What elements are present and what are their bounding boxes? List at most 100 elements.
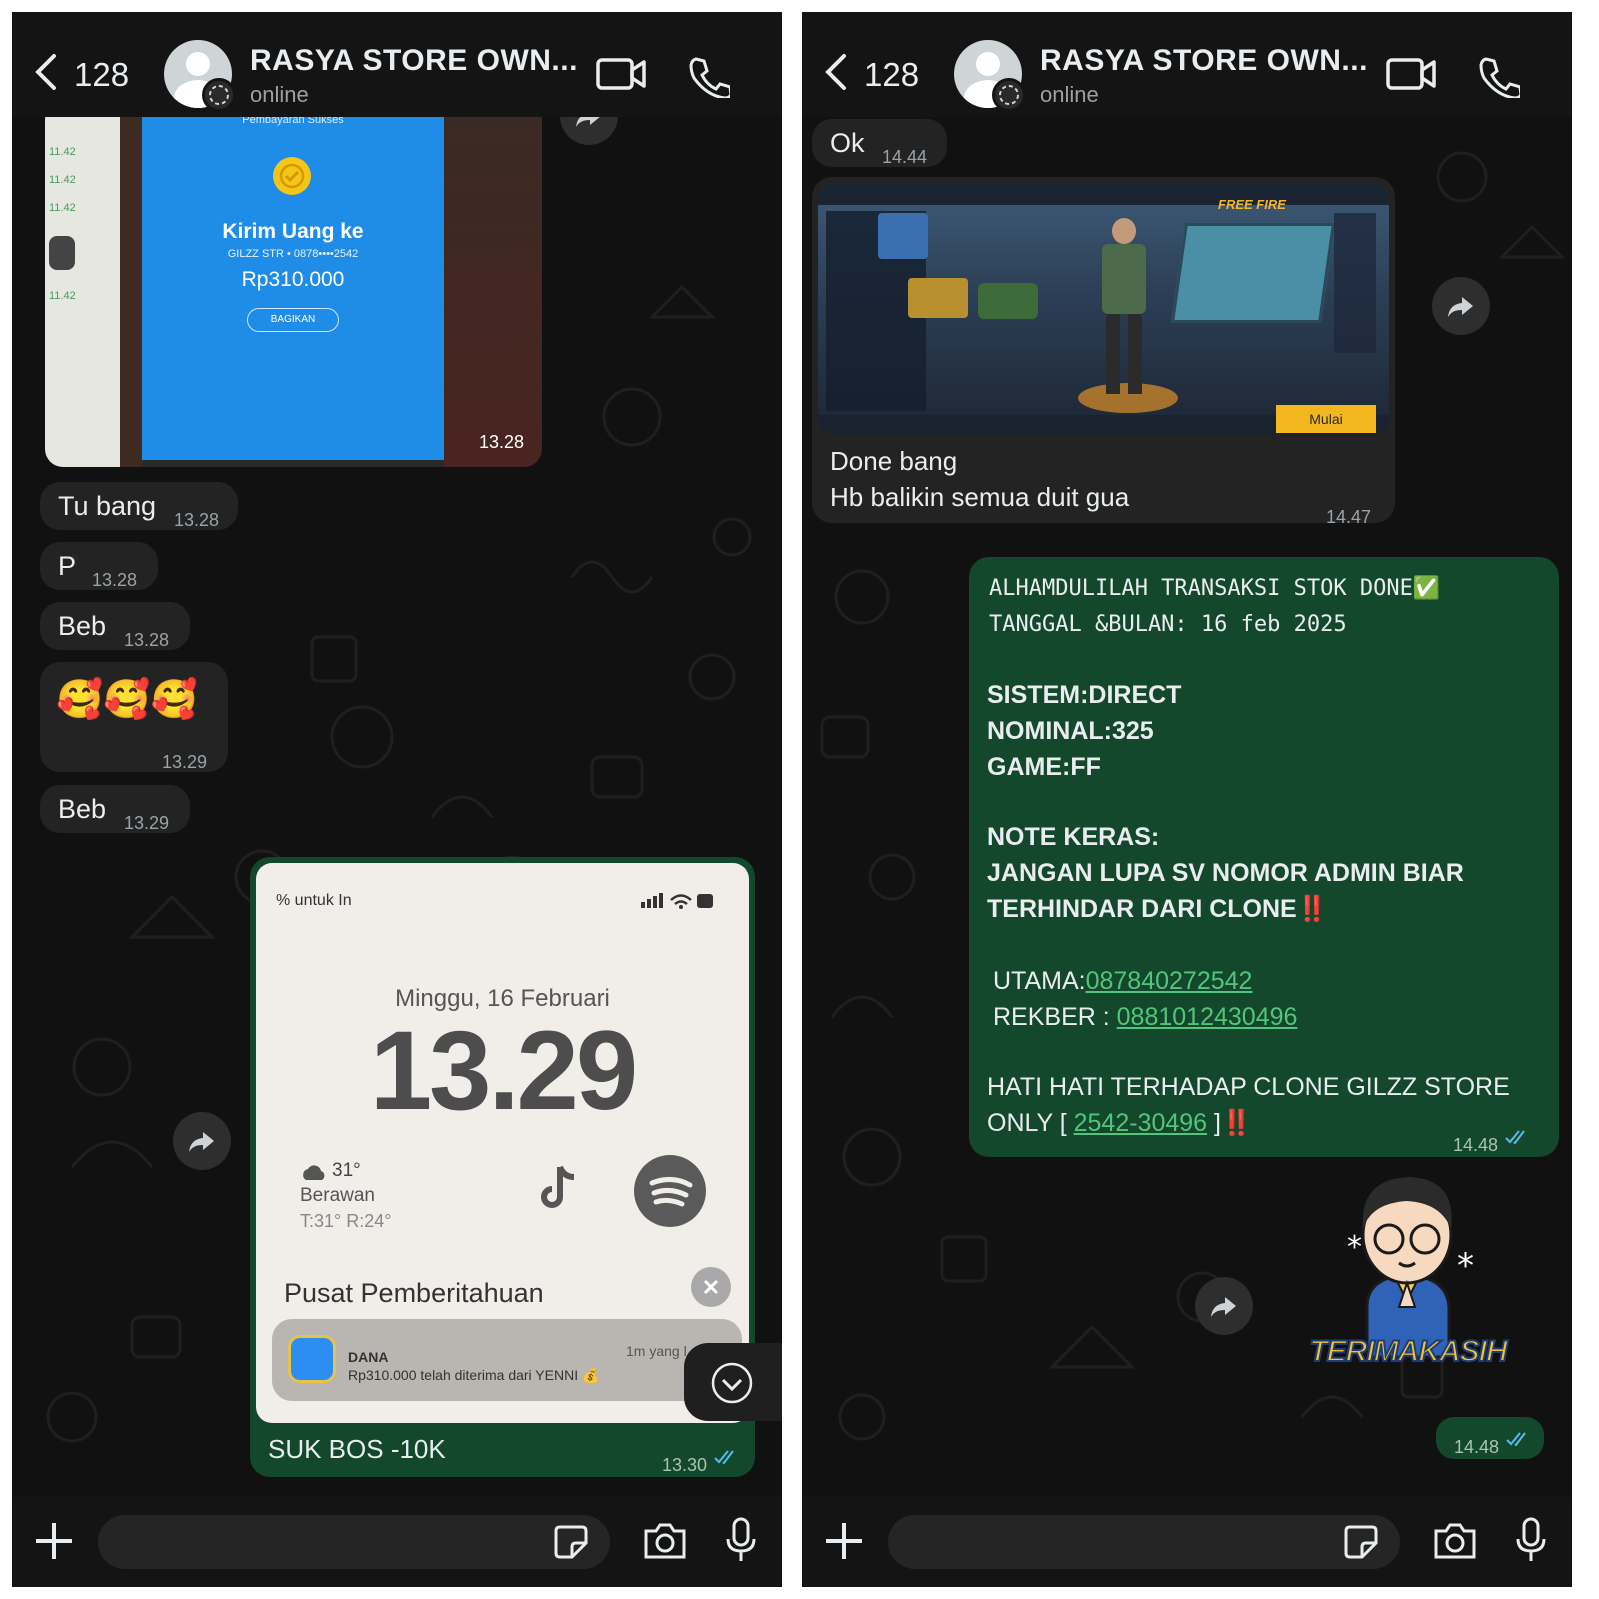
- incoming-message[interactable]: Beb 13.29: [40, 785, 190, 833]
- sistem-line: SISTEM:DIRECT: [987, 681, 1182, 709]
- receipt-card: Pembayaran Sukses Kirim Uang ke GILZZ ST…: [142, 117, 444, 460]
- notif-time: 1m yang l: [626, 1343, 687, 1359]
- rekber-row: REKBER : 0881012430496: [993, 999, 1297, 1035]
- message-time: 13.30: [662, 1455, 708, 1475]
- warning-suffix: ]‼️: [1207, 1109, 1253, 1137]
- lock-clock: 13.29: [369, 1008, 638, 1133]
- notification-center-title: Pusat Pemberitahuan: [284, 1278, 544, 1308]
- caption-line1: Done bang: [830, 446, 958, 476]
- incoming-message[interactable]: Beb 13.28: [40, 602, 190, 650]
- lockscreen-image: % untuk In Minggu, 16 Februari 13.29 31°…: [256, 863, 749, 1423]
- message-text: Tu bang: [58, 491, 157, 521]
- incoming-message[interactable]: P 13.28: [40, 542, 158, 590]
- back-arrow-icon[interactable]: [32, 52, 62, 92]
- image-message-receipt[interactable]: 11.42 11.42 11.42 11.42 Pembayaran Sukse…: [45, 117, 542, 467]
- warning-line1: HATI HATI TERHADAP CLONE GILZZ STORE: [987, 1073, 1510, 1101]
- phone-call-icon[interactable]: [688, 56, 730, 98]
- chat-footer: [12, 1497, 782, 1587]
- incoming-message[interactable]: Tu bang 13.28: [40, 482, 238, 530]
- note-line1: JANGAN LUPA SV NOMOR ADMIN BIAR: [987, 859, 1464, 887]
- scroll-to-bottom-button[interactable]: [684, 1343, 782, 1421]
- plus-icon[interactable]: [34, 1521, 74, 1561]
- forward-button[interactable]: [1195, 1277, 1253, 1335]
- phone-call-icon[interactable]: [1478, 56, 1520, 98]
- message-time: 13.28: [174, 510, 220, 530]
- sticker-message[interactable]: * * TERIMAKASIH: [1307, 1157, 1509, 1387]
- receipt-amount: Rp310.000: [241, 268, 345, 291]
- chat-header: 128 RASYA STORE OWN... online: [802, 12, 1572, 117]
- incoming-image-message[interactable]: FREE FIRE Mulai Done bang Hb balikin sem…: [812, 177, 1395, 527]
- sticker-time-chip: 14.48: [1436, 1417, 1544, 1459]
- forward-button[interactable]: [1432, 277, 1490, 335]
- nominal-line: NOMINAL:325: [987, 717, 1154, 745]
- outgoing-transaction-message[interactable]: ALHAMDULILAH TRANSAKSI STOK DONE✅ TANGGA…: [969, 557, 1559, 1157]
- warning-link[interactable]: 2542-30496: [1074, 1109, 1207, 1137]
- image-caption: SUK BOS -10K: [268, 1434, 446, 1464]
- message-input[interactable]: [888, 1515, 1400, 1569]
- share-button: BAGIKAN: [247, 308, 339, 332]
- svg-text:*: *: [1457, 1246, 1474, 1286]
- chat-footer: [802, 1497, 1572, 1587]
- dana-notification: DANA Rp310.000 telah diterima dari YENNI…: [272, 1319, 742, 1401]
- close-icon: [691, 1267, 731, 1307]
- video-call-icon[interactable]: [1386, 56, 1438, 92]
- message-time: 13.29: [162, 752, 208, 772]
- side-time: 11.42: [49, 202, 76, 214]
- rekber-phone-link[interactable]: 0881012430496: [1117, 1003, 1298, 1031]
- chat-pane-left: 11.42 11.42 11.42 11.42 Pembayaran Sukse…: [12, 12, 782, 1587]
- forward-button[interactable]: [173, 1112, 231, 1170]
- start-button: Mulai: [1276, 405, 1376, 433]
- video-call-icon[interactable]: [596, 56, 648, 92]
- receipt-title: Kirim Uang ke: [222, 220, 364, 243]
- camera-icon[interactable]: [642, 1521, 688, 1561]
- read-receipt-icon: [714, 1450, 734, 1465]
- note-title: NOTE KERAS:: [987, 823, 1160, 851]
- utama-label: UTAMA:: [993, 967, 1086, 995]
- transaction-line2: TANGGAL &BULAN: 16 feb 2025: [989, 612, 1347, 637]
- message-time: 14.48: [1454, 1437, 1500, 1457]
- back-arrow-icon[interactable]: [822, 52, 852, 92]
- message-time: 14.47: [1326, 507, 1372, 527]
- camera-icon[interactable]: [1432, 1521, 1478, 1561]
- message-text: Ok: [830, 128, 865, 158]
- side-time: 11.42: [49, 290, 76, 302]
- sticker-icon[interactable]: [1342, 1523, 1380, 1561]
- notif-text: Rp310.000 telah diterima dari YENNI 💰: [348, 1367, 600, 1383]
- microphone-icon[interactable]: [1514, 1517, 1548, 1565]
- chevron-down-icon: [711, 1362, 753, 1404]
- receipt-header: Pembayaran Sukses: [242, 117, 344, 126]
- warning-prefix: ONLY [: [987, 1109, 1074, 1137]
- spotify-icon: [634, 1155, 706, 1227]
- forward-icon: [576, 117, 600, 127]
- message-time: 13.28: [479, 432, 525, 452]
- message-text: P: [58, 551, 77, 581]
- message-input[interactable]: [98, 1515, 610, 1569]
- incoming-message[interactable]: Ok 14.44: [812, 119, 947, 167]
- contact-name[interactable]: RASYA STORE OWN...: [1040, 44, 1368, 78]
- utama-phone-link[interactable]: 087840272542: [1086, 967, 1253, 995]
- receipt-brown-strip: [120, 117, 142, 467]
- contact-name[interactable]: RASYA STORE OWN...: [250, 44, 578, 78]
- outgoing-image-message[interactable]: % untuk In Minggu, 16 Februari 13.29 31°…: [250, 857, 755, 1477]
- plus-icon[interactable]: [824, 1521, 864, 1561]
- message-time: 13.28: [92, 570, 138, 590]
- receipt-sub: GILZZ STR • 0878••••2542: [227, 248, 359, 260]
- sticker-text: TERIMAKASIH: [1308, 1334, 1508, 1369]
- emoji-text: 🥰🥰🥰: [56, 679, 198, 721]
- read-receipt-icon: [1505, 1130, 1525, 1145]
- status-ring-icon: [202, 78, 236, 112]
- tiktok-icon: [538, 1163, 582, 1222]
- chat-wallpaper: 11.42 11.42 11.42 11.42 Pembayaran Sukse…: [12, 117, 782, 1497]
- svg-text:*: *: [1347, 1230, 1362, 1265]
- receipt-right-dark: [444, 117, 542, 467]
- receipt-left-strip: 11.42 11.42 11.42 11.42: [45, 117, 120, 467]
- message-time: 13.28: [124, 630, 170, 650]
- caption-line2: Hb balikin semua duit gua: [830, 482, 1130, 512]
- contact-status: online: [250, 82, 309, 107]
- sticker-icon[interactable]: [552, 1523, 590, 1561]
- side-time: 11.42: [49, 146, 76, 158]
- incoming-emoji-message[interactable]: 🥰🥰🥰 13.29: [40, 662, 228, 772]
- microphone-icon[interactable]: [724, 1517, 758, 1565]
- game-logo: FREE FIRE: [1218, 197, 1286, 212]
- rekber-label: REKBER :: [993, 1003, 1117, 1031]
